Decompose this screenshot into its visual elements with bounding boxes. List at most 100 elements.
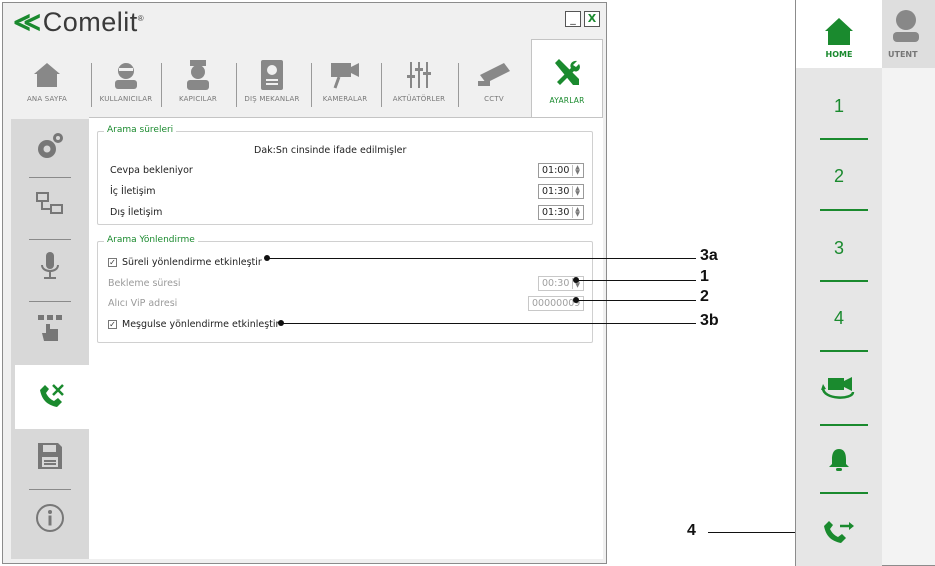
monitor-divider — [820, 492, 868, 494]
callout-line-3a — [267, 258, 696, 259]
tab-label: AKTÜATÖRLER — [392, 95, 446, 103]
monitor-item-4[interactable]: 4 — [796, 308, 882, 329]
outdoor-station-icon — [238, 55, 306, 95]
settings-content-panel: Arama süreleri Dak:Sn cinsinde ifade edi… — [89, 117, 603, 559]
monitor-screen: HOME UTENT 1 2 3 4 — [795, 0, 935, 566]
monitor-side-menu — [796, 0, 882, 566]
answer-wait-label: Cevpa bekleniyor — [110, 165, 193, 176]
tab-dis-mekanlar[interactable]: DIŞ MEKANLAR — [238, 55, 306, 115]
touch-keypad-icon — [36, 313, 64, 347]
busy-forwarding-label: Meşgulse yönlendirme etkinleştir — [122, 319, 280, 330]
vip-address-label: Alıcı ViP adresi — [108, 298, 178, 309]
spinner-arrows-icon[interactable]: ▲▼ — [572, 186, 582, 197]
tab-label: KAMERALAR — [322, 95, 368, 103]
tab-kapicilar[interactable]: KAPICILAR — [163, 55, 233, 115]
monitor-call-forward-button[interactable] — [822, 518, 856, 548]
info-icon — [35, 503, 65, 537]
tab-kameralar[interactable]: KAMERALAR — [313, 55, 377, 115]
callout-1: 1 — [700, 268, 709, 285]
nav-network[interactable] — [11, 183, 89, 229]
monitor-users-button[interactable]: UTENT — [882, 0, 935, 68]
tab-label: CCTV — [484, 95, 504, 103]
home-label: HOME — [825, 50, 853, 59]
network-computers-icon — [35, 191, 65, 221]
tab-divider — [458, 63, 459, 107]
tab-kullanicilar[interactable]: KULLANICILAR — [93, 55, 159, 115]
answer-wait-spinner[interactable]: 01:00 ▲ ▼ — [538, 163, 584, 178]
monitor-divider — [820, 209, 868, 211]
nav-info[interactable] — [11, 497, 89, 543]
callout-2: 2 — [700, 288, 709, 305]
tab-divider — [236, 63, 237, 107]
call-forwarding-title: Arama Yönlendirme — [104, 235, 198, 245]
cctv-icon — [460, 55, 528, 95]
monitor-item-1[interactable]: 1 — [796, 96, 882, 117]
tab-label: DIŞ MEKANLAR — [244, 95, 300, 103]
call-times-group: Arama süreleri Dak:Sn cinsinde ifade edi… — [97, 125, 593, 225]
video-call-transfer-icon — [821, 377, 855, 399]
callout-line-3b — [281, 323, 696, 324]
callout-3a: 3a — [700, 247, 718, 264]
internal-call-spinner[interactable]: 01:30 ▲ ▼ — [538, 184, 584, 199]
monitor-divider — [820, 138, 868, 140]
settings-tools-icon — [532, 40, 602, 96]
busy-forwarding-checkbox[interactable]: ✓ — [108, 320, 117, 329]
spinner-arrows-icon[interactable]: ▲▼ — [572, 207, 582, 218]
call-forward-icon — [824, 521, 854, 543]
comelit-logo: ≪Comelit® — [13, 7, 145, 37]
tab-ana-sayfa[interactable]: ANA SAYFA — [11, 55, 83, 115]
callout-line-1 — [576, 280, 696, 281]
timed-forwarding-checkbox[interactable]: ✓ — [108, 258, 117, 267]
monitor-divider — [820, 424, 868, 426]
monitor-item-2[interactable]: 2 — [796, 166, 882, 187]
nav-call-forwarding[interactable] — [15, 365, 89, 429]
nav-audio[interactable] — [11, 245, 89, 291]
nav-general-settings[interactable] — [11, 125, 89, 171]
callout-line-2 — [576, 300, 696, 301]
monitor-divider — [820, 280, 868, 282]
callout-line-4 — [708, 532, 808, 533]
home-icon — [11, 55, 83, 95]
nav-divider — [29, 239, 71, 240]
tab-divider — [91, 63, 92, 107]
tab-ayarlar[interactable]: AYARLAR — [531, 39, 603, 119]
call-forwarding-icon — [37, 380, 67, 414]
nav-divider — [29, 489, 71, 490]
external-call-spinner[interactable]: 01:30 ▲ ▼ — [538, 205, 584, 220]
top-tab-bar: ANA SAYFA KULLANICILAR KAPICILAR DIŞ MEK… — [11, 39, 603, 119]
close-button[interactable]: X — [584, 11, 600, 27]
call-forwarding-group: Arama Yönlendirme ✓ Süreli yönlendirme e… — [97, 235, 593, 343]
callout-3b: 3b — [700, 312, 719, 329]
nav-save[interactable] — [11, 435, 89, 481]
save-icon — [37, 442, 63, 474]
monitor-divider — [820, 350, 868, 352]
wait-time-label: Bekleme süresi — [108, 278, 181, 289]
timed-forwarding-label: Süreli yönlendirme etkinleştir — [122, 257, 262, 268]
tab-divider — [311, 63, 312, 107]
camera-icon — [313, 55, 377, 95]
nav-divider — [29, 301, 71, 302]
tab-divider — [381, 63, 382, 107]
tab-cctv[interactable]: CCTV — [460, 55, 528, 115]
time-format-note: Dak:Sn cinsinde ifade edilmişler — [254, 145, 407, 156]
monitor-item-3[interactable]: 3 — [796, 238, 882, 259]
bell-icon — [829, 449, 849, 471]
user-icon — [93, 55, 159, 95]
nav-divider — [29, 177, 71, 178]
monitor-bell-button[interactable] — [828, 448, 850, 476]
monitor-video-transfer-button[interactable] — [820, 372, 858, 408]
home-icon — [825, 18, 853, 45]
minimize-button[interactable]: _ — [565, 11, 581, 27]
tab-label: AYARLAR — [549, 96, 585, 105]
actuator-sliders-icon — [383, 55, 455, 95]
nav-keypad[interactable] — [11, 307, 89, 353]
tab-label: KULLANICILAR — [99, 95, 153, 103]
microphone-icon — [38, 251, 62, 285]
monitor-home-button[interactable]: HOME — [796, 0, 882, 68]
gear-icon — [35, 131, 65, 165]
spinner-arrows-icon[interactable]: ▲▼ — [572, 165, 582, 176]
tab-aktuatorler[interactable]: AKTÜATÖRLER — [383, 55, 455, 115]
user-icon — [893, 10, 919, 42]
internal-call-label: İç İletişim — [110, 186, 156, 197]
external-call-label: Dış İletişim — [110, 207, 163, 218]
